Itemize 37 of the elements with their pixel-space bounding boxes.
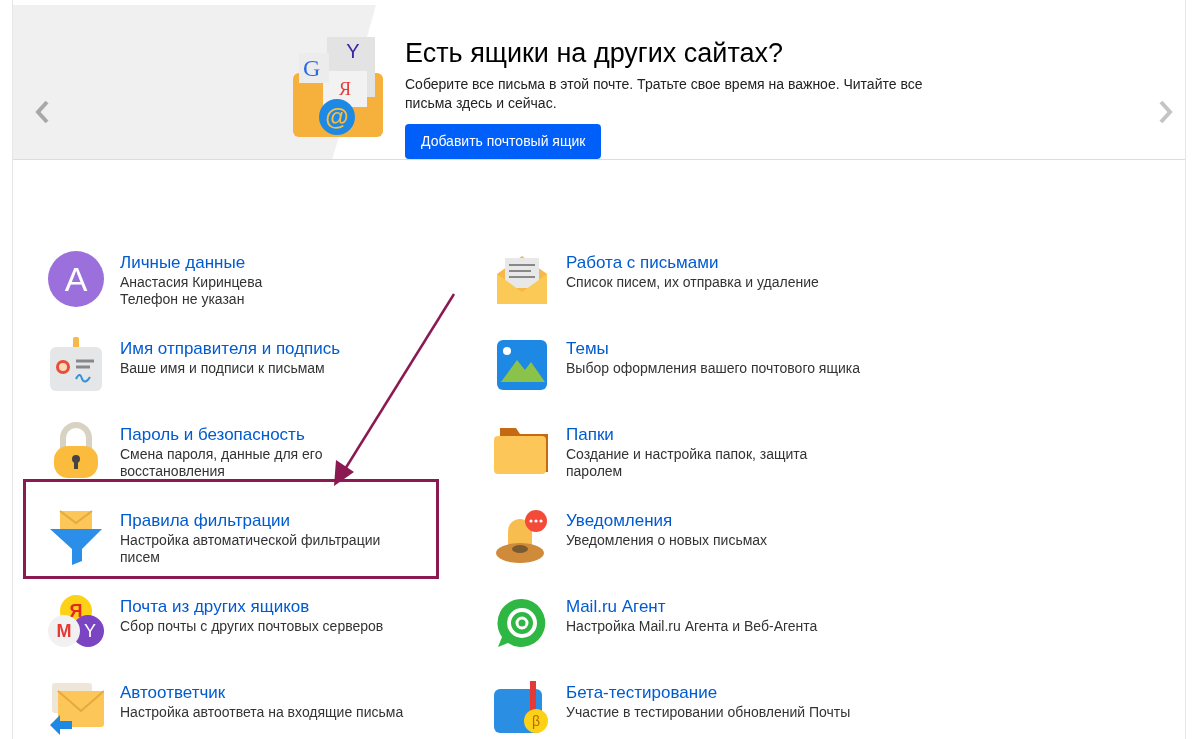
- id-badge-icon: [48, 337, 104, 393]
- banner-title: Есть ящики на других сайтах?: [405, 37, 784, 69]
- chat-at-icon: [496, 597, 548, 649]
- banner-text: Соберите все письма в этой почте. Тратьте свое время на важное. Читайте все письма здесь и сейчас.: [405, 75, 924, 113]
- setting-link[interactable]: Пароль и безопасность: [120, 425, 323, 445]
- setting-link[interactable]: Работа с письмами: [566, 253, 819, 273]
- setting-link[interactable]: Почта из других ящиков: [120, 597, 384, 617]
- setting-description: Уведомления о новых письмах: [566, 532, 768, 549]
- setting-description: Настройка автоматической фильтрации писем: [120, 532, 381, 566]
- setting-description: Участие в тестировании обновлений Почты: [566, 704, 851, 721]
- mountain-picture-icon: [497, 340, 547, 390]
- padlock-icon: [51, 422, 101, 480]
- setting-description: Настройка автоответа на входящие письма: [120, 704, 404, 721]
- setting-link[interactable]: Уведомления: [566, 511, 768, 531]
- setting-description: Сбор почты с других почтовых серверов: [120, 618, 384, 635]
- setting-link[interactable]: Личные данные: [120, 253, 263, 273]
- setting-description: Анастасия Киринцева Телефон не указан: [120, 274, 263, 308]
- setting-link[interactable]: Темы: [566, 339, 860, 359]
- folder-icon: [494, 426, 550, 476]
- setting-description: Смена пароля, данные для его восстановления: [120, 446, 323, 480]
- setting-description: Ваше имя и подписи к письмам: [120, 360, 326, 377]
- setting-link[interactable]: Бета-тестирование: [566, 683, 851, 703]
- setting-link[interactable]: Правила фильтрации: [120, 511, 381, 531]
- setting-description: Выбор оформления вашего почтового ящика: [566, 360, 860, 377]
- setting-description: Список писем, их отправка и удаление: [566, 274, 819, 291]
- setting-link[interactable]: Папки: [566, 425, 808, 445]
- add-mailbox-button[interactable]: Добавить почтовый ящик: [405, 124, 602, 159]
- setting-description: Создание и настройка папок, защита паролем: [566, 446, 808, 480]
- bell-icon: [494, 509, 550, 565]
- envelope-reply-icon: [48, 683, 104, 735]
- setting-link[interactable]: Имя отправителя и подпись: [120, 339, 341, 359]
- envelope-funnel-icon: [48, 509, 104, 565]
- chevron-right-icon[interactable]: [1159, 100, 1173, 124]
- setting-description: Настройка Mail.ru Агента и Веб-Агента: [566, 618, 818, 635]
- chevron-left-icon[interactable]: [35, 100, 49, 124]
- setting-link[interactable]: Автоответчик: [120, 683, 404, 703]
- setting-link[interactable]: Mail.ru Агент: [566, 597, 818, 617]
